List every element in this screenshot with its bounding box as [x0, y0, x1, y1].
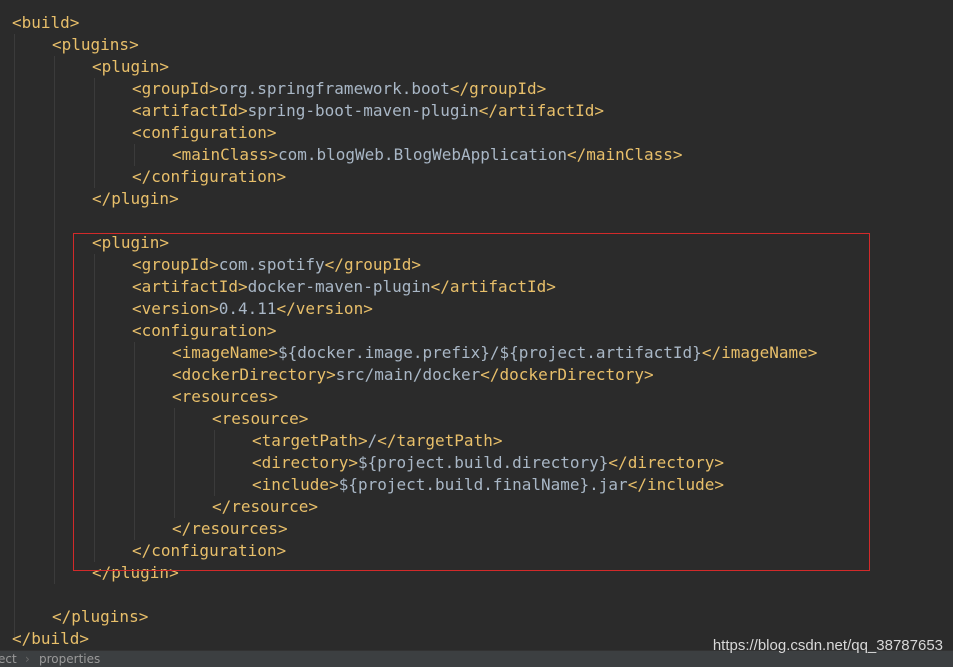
xml-tag-close: </artifactId> — [478, 101, 605, 120]
code-line: <mainClass>com.blogWeb.BlogWebApplicatio… — [172, 144, 683, 166]
code-line: </plugin> — [92, 188, 179, 210]
watermark: https://blog.csdn.net/qq_38787653 — [712, 637, 943, 654]
xml-tag-open: </build> — [12, 629, 90, 648]
xml-tag-open: <mainClass> — [172, 145, 278, 164]
xml-tag-open: <plugin> — [92, 57, 170, 76]
code-line: </build> — [12, 628, 89, 650]
indent-guide — [134, 144, 135, 166]
chevron-right-icon: › — [25, 652, 30, 666]
code-line: </configuration> — [132, 166, 286, 188]
xml-value: com.blogWeb.BlogWebApplication — [277, 145, 567, 164]
xml-tag-open: <plugins> — [52, 35, 139, 54]
code-line: </plugins> — [52, 606, 148, 628]
xml-tag-open: <groupId> — [132, 79, 219, 98]
xml-tag-open: </configuration> — [132, 167, 287, 186]
code-line: <configuration> — [132, 122, 277, 144]
xml-tag-close: </mainClass> — [566, 145, 683, 164]
xml-tag-open: </plugins> — [52, 607, 149, 626]
xml-tag-open: <artifactId> — [132, 101, 248, 120]
breadcrumb-item[interactable]: ect — [0, 651, 17, 667]
code-line: <artifactId>spring-boot-maven-plugin</ar… — [132, 100, 604, 122]
code-line: <plugin> — [92, 56, 169, 78]
xml-value: org.springframework.boot — [218, 79, 450, 98]
xml-tag-open: <configuration> — [132, 123, 277, 142]
indent-guide — [54, 56, 55, 584]
breadcrumb-item[interactable]: properties — [39, 651, 100, 667]
indent-guide — [14, 34, 15, 638]
highlight-box — [73, 233, 870, 571]
xml-tag-open: <build> — [12, 13, 80, 32]
code-editor[interactable]: <build> <plugins> <plugin> <groupId>org.… — [0, 0, 953, 650]
code-line: <build> — [12, 12, 79, 34]
xml-tag-close: </groupId> — [449, 79, 547, 98]
xml-tag-open: </plugin> — [92, 189, 179, 208]
xml-value: spring-boot-maven-plugin — [247, 101, 479, 120]
indent-guide — [94, 78, 95, 188]
code-line: <groupId>org.springframework.boot</group… — [132, 78, 546, 100]
code-line: <plugins> — [52, 34, 139, 56]
